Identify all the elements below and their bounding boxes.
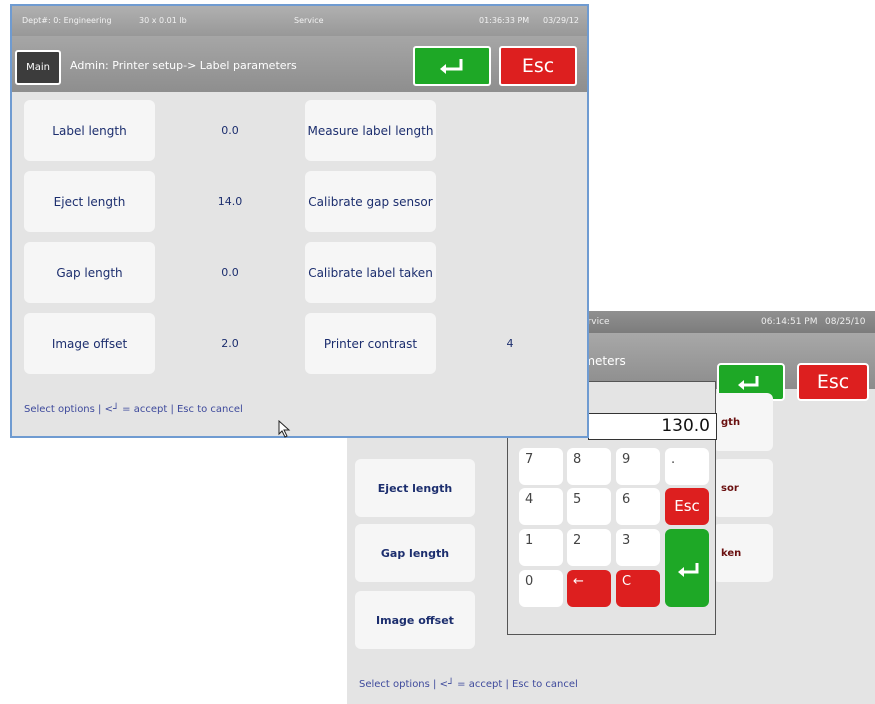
key-dot[interactable]: . <box>665 448 709 485</box>
label-length-button[interactable]: Label length <box>24 100 155 161</box>
label-length-value: 0.0 <box>221 124 239 137</box>
gap-length-button[interactable]: Gap length <box>24 242 155 303</box>
esc-button[interactable]: Esc <box>797 363 869 401</box>
key-9[interactable]: 9 <box>616 448 660 485</box>
key-7[interactable]: 7 <box>519 448 563 485</box>
key-3[interactable]: 3 <box>616 529 660 566</box>
keypad-display[interactable]: 130.0 <box>588 413 717 440</box>
gap-length-value: 0.0 <box>221 266 239 279</box>
calibrate-label-taken-button[interactable]: ken <box>713 524 773 582</box>
mouse-pointer-icon <box>278 420 291 438</box>
backspace-arrow-icon: ← <box>573 574 584 589</box>
title-bar: Main Admin: Printer setup-> Label parame… <box>12 36 587 92</box>
status-time: 01:36:33 PM <box>479 16 530 25</box>
footer-hint: Select options | <┘ = accept | Esc to ca… <box>359 679 578 690</box>
measure-label-length-button[interactable]: Measure label length <box>305 100 436 161</box>
eject-length-value: 14.0 <box>217 195 243 208</box>
esc-button[interactable]: Esc <box>499 46 577 86</box>
keypad-enter-button[interactable] <box>665 529 709 607</box>
footer-hint: Select options | <┘ = accept | Esc to ca… <box>24 404 243 415</box>
image-offset-button[interactable]: Image offset <box>24 313 155 374</box>
key-0[interactable]: 0 <box>519 570 563 607</box>
gap-length-button[interactable]: Gap length <box>355 524 475 582</box>
calibrate-gap-sensor-button[interactable]: Calibrate gap sensor <box>305 171 436 232</box>
breadcrumb: Admin: Printer setup-> Label parameters <box>70 59 297 72</box>
key-5[interactable]: 5 <box>567 488 611 525</box>
key-2[interactable]: 2 <box>567 529 611 566</box>
key-8[interactable]: 8 <box>567 448 611 485</box>
clear-button[interactable]: C <box>616 570 660 607</box>
image-offset-value: 2.0 <box>221 337 239 350</box>
key-6[interactable]: 6 <box>616 488 660 525</box>
measure-label-length-button[interactable]: gth <box>713 393 773 451</box>
label-parameters-window: Dept#: 0: Engineering 30 x 0.01 lb Servi… <box>10 4 589 438</box>
status-date: 03/29/12 <box>543 16 579 25</box>
image-offset-button[interactable]: Image offset <box>355 591 475 649</box>
enter-arrow-icon <box>440 59 463 74</box>
button-label: gth <box>721 417 741 428</box>
eject-length-button[interactable]: Eject length <box>24 171 155 232</box>
status-time: 06:14:51 PM <box>761 317 818 327</box>
enter-arrow-icon <box>678 563 699 577</box>
key-4[interactable]: 4 <box>519 488 563 525</box>
status-scale: 30 x 0.01 lb <box>139 16 187 25</box>
status-mode: Service <box>294 16 324 25</box>
status-date: 08/25/10 <box>825 317 866 327</box>
key-1[interactable]: 1 <box>519 529 563 566</box>
keypad-esc-button[interactable]: Esc <box>665 488 709 525</box>
status-bar: Dept#: 0: Engineering 30 x 0.01 lb Servi… <box>12 6 587 36</box>
accept-button[interactable] <box>413 46 491 86</box>
printer-contrast-button[interactable]: Printer contrast <box>305 313 436 374</box>
calibrate-gap-sensor-button[interactable]: sor <box>713 459 773 517</box>
calibrate-label-taken-button[interactable]: Calibrate label taken <box>305 242 436 303</box>
button-label: sor <box>721 483 739 494</box>
printer-contrast-value: 4 <box>506 337 514 350</box>
status-department: Dept#: 0: Engineering <box>22 16 112 25</box>
backspace-button[interactable]: ← <box>567 570 611 607</box>
main-button[interactable]: Main <box>15 50 61 85</box>
eject-length-button[interactable]: Eject length <box>355 459 475 517</box>
button-label: ken <box>721 548 742 559</box>
